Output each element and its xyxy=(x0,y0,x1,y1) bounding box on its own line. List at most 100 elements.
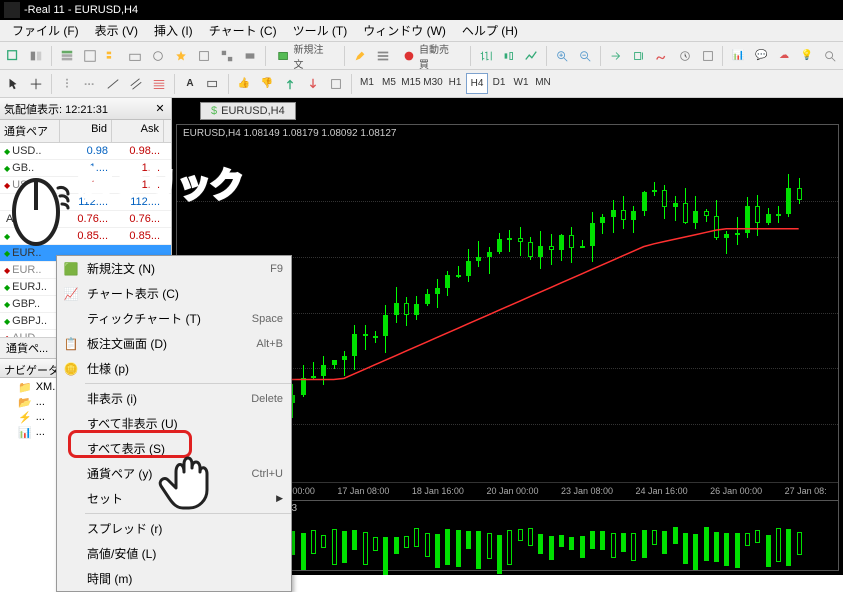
col-symbol[interactable]: 通貨ペア xyxy=(0,120,60,142)
context-menu-item[interactable]: 🟩新規注文 (N)F9 xyxy=(57,256,291,281)
lightbulb-icon[interactable]: 💡 xyxy=(796,45,818,67)
chart-tab-icon: $ xyxy=(211,105,217,117)
market-watch-title: 気配値表示: 12:21:31 xyxy=(4,101,108,117)
xaxis-label: 20 Jan 00:00 xyxy=(486,486,538,496)
text-label-icon[interactable] xyxy=(202,73,224,95)
text-icon[interactable]: A xyxy=(179,73,201,95)
metaeditor-icon[interactable] xyxy=(349,45,371,67)
indicators-icon[interactable] xyxy=(651,45,673,67)
shapes-icon[interactable] xyxy=(325,73,347,95)
window-title: -Real 11 - EURUSD,H4 xyxy=(24,4,138,16)
channel-icon[interactable] xyxy=(125,73,147,95)
xaxis-label: 24 Jan 16:00 xyxy=(636,486,688,496)
context-menu-item[interactable]: スプレッド (r) xyxy=(57,516,291,541)
navigator-icon[interactable] xyxy=(102,45,124,67)
fullscreen-icon[interactable] xyxy=(216,45,238,67)
annotation-right-click-text: 右クリック xyxy=(78,158,243,207)
auto-scroll-icon[interactable] xyxy=(605,45,627,67)
timeframe-w1[interactable]: W1 xyxy=(510,73,532,94)
xaxis-label: 26 Jan 00:00 xyxy=(710,486,762,496)
timeframe-m1[interactable]: M1 xyxy=(356,73,378,94)
timeframe-h4[interactable]: H4 xyxy=(466,73,488,94)
timeframe-m30[interactable]: M30 xyxy=(422,73,444,94)
timeframe-h1[interactable]: H1 xyxy=(444,73,466,94)
menu-chart[interactable]: チャート (C) xyxy=(201,20,285,41)
context-menu-item[interactable]: 🪙仕様 (p) xyxy=(57,356,291,381)
menu-window[interactable]: ウィンドウ (W) xyxy=(355,20,454,41)
menu-help[interactable]: ヘルプ (H) xyxy=(454,20,526,41)
signal-icon[interactable]: 📊 xyxy=(727,45,749,67)
toolbar-2: A 👍 👎 M1M5M15M30H1H4D1W1MN xyxy=(0,70,843,98)
xaxis-label: 17 Jan 08:00 xyxy=(337,486,389,496)
market-watch-title-bar: 気配値表示: 12:21:31 ✕ xyxy=(0,98,171,120)
line-chart-icon[interactable] xyxy=(520,45,542,67)
thumb-down-icon[interactable]: 👎 xyxy=(256,73,278,95)
profiles-icon[interactable] xyxy=(25,45,47,67)
fibo-icon[interactable] xyxy=(148,73,170,95)
menu-insert[interactable]: 挿入 (I) xyxy=(146,20,201,41)
chart-header: EURUSD,H4 1.08149 1.08179 1.08092 1.0812… xyxy=(177,125,838,142)
arrow-down-icon[interactable] xyxy=(302,73,324,95)
menu-bar: ファイル (F) 表示 (V) 挿入 (I) チャート (C) ツール (T) … xyxy=(0,20,843,42)
market-watch-header: 通貨ペア Bid Ask xyxy=(0,120,171,143)
terminal-icon[interactable] xyxy=(124,45,146,67)
crosshair-icon[interactable] xyxy=(25,73,47,95)
context-menu-item[interactable]: 時間 (m) xyxy=(57,566,291,591)
context-menu-item[interactable]: 📋板注文画面 (D)Alt+B xyxy=(57,331,291,356)
chart-tab[interactable]: $ EURUSD,H4 xyxy=(200,102,296,120)
xaxis-label: 18 Jan 16:00 xyxy=(412,486,464,496)
menu-view[interactable]: 表示 (V) xyxy=(87,20,146,41)
market-icon[interactable]: 💬 xyxy=(750,45,772,67)
context-menu-item[interactable]: 高値/安値 (L) xyxy=(57,541,291,566)
strategy-tester-icon[interactable] xyxy=(147,45,169,67)
templates-icon[interactable] xyxy=(697,45,719,67)
app-icon xyxy=(4,2,20,18)
arrow-up-icon[interactable] xyxy=(279,73,301,95)
title-bar: -Real 11 - EURUSD,H4 xyxy=(0,0,843,20)
mouse-icon xyxy=(6,170,74,250)
close-icon[interactable]: ✕ xyxy=(153,102,167,116)
auto-trade-label: 自動売買 xyxy=(419,41,459,71)
timeframe-m5[interactable]: M5 xyxy=(378,73,400,94)
timeframe-d1[interactable]: D1 xyxy=(488,73,510,94)
thumb-up-icon[interactable]: 👍 xyxy=(233,73,255,95)
market-watch-icon[interactable] xyxy=(56,45,78,67)
bar-chart-icon[interactable] xyxy=(475,45,497,67)
options-icon[interactable] xyxy=(193,45,215,67)
new-order-button[interactable]: 新規注文 xyxy=(270,45,341,67)
vps-icon[interactable]: ☁ xyxy=(773,45,795,67)
search-icon[interactable] xyxy=(819,45,841,67)
new-chart-icon[interactable] xyxy=(2,45,24,67)
zoom-in-icon[interactable] xyxy=(551,45,573,67)
periodicity-icon[interactable] xyxy=(674,45,696,67)
xaxis-label: 23 Jan 08:00 xyxy=(561,486,613,496)
print-icon[interactable] xyxy=(239,45,261,67)
context-menu-item[interactable]: ティックチャート (T)Space xyxy=(57,306,291,331)
zoom-out-icon[interactable] xyxy=(574,45,596,67)
col-ask[interactable]: Ask xyxy=(112,120,164,142)
context-menu-item[interactable]: 非表示 (i)Delete xyxy=(57,386,291,411)
context-menu: 🟩新規注文 (N)F9📈チャート表示 (C)ティックチャート (T)Space📋… xyxy=(56,255,292,592)
new-order-label: 新規注文 xyxy=(294,41,334,71)
chart-shift-icon[interactable] xyxy=(628,45,650,67)
xaxis-label: 27 Jan 08: xyxy=(785,486,827,496)
vline-icon[interactable] xyxy=(56,73,78,95)
hline-icon[interactable] xyxy=(79,73,101,95)
wizard-icon[interactable] xyxy=(170,45,192,67)
cursor-icon[interactable] xyxy=(2,73,24,95)
menu-file[interactable]: ファイル (F) xyxy=(4,20,87,41)
candlestick-icon[interactable] xyxy=(498,45,520,67)
chart-tab-label: EURUSD,H4 xyxy=(221,105,285,117)
timeframe-mn[interactable]: MN xyxy=(532,73,554,94)
auto-trade-button[interactable]: 自動売買 xyxy=(395,45,466,67)
data-window-icon[interactable] xyxy=(79,45,101,67)
menu-tool[interactable]: ツール (T) xyxy=(285,20,356,41)
expert-list-icon[interactable] xyxy=(372,45,394,67)
context-menu-item[interactable]: 📈チャート表示 (C) xyxy=(57,281,291,306)
toolbar-1: 新規注文 自動売買 📊 💬 ☁ 💡 xyxy=(0,42,843,70)
trendline-icon[interactable] xyxy=(102,73,124,95)
timeframe-m15[interactable]: M15 xyxy=(400,73,422,94)
col-bid[interactable]: Bid xyxy=(60,120,112,142)
cursor-hand-icon xyxy=(156,442,216,512)
timeframe-buttons: M1M5M15M30H1H4D1W1MN xyxy=(356,73,554,94)
